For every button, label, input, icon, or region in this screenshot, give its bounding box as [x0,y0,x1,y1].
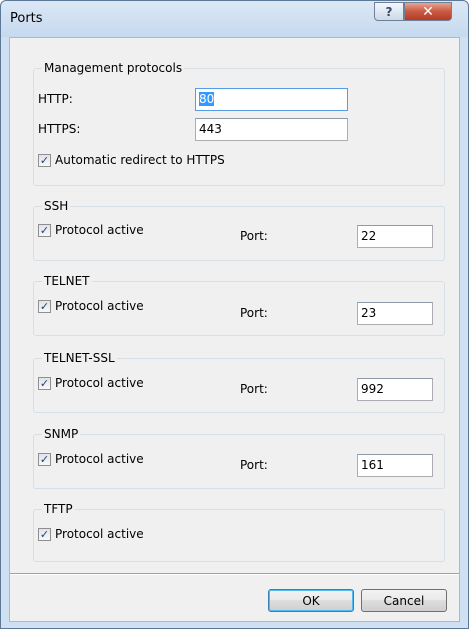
telnet-ssl-active-checkbox[interactable]: ✓ Protocol active [38,376,144,390]
snmp-active-checkbox[interactable]: ✓ Protocol active [38,452,144,466]
tftp-active-label: Protocol active [55,527,144,541]
telnet-active-label: Protocol active [55,299,144,313]
snmp-port-label: Port: [240,458,268,472]
ports-dialog: Ports ? ✕ Management protocols HTTP: 80 … [0,0,469,629]
button-separator [10,573,459,575]
telnet-group: TELNET ✓ Protocol active Port: 23 [33,274,445,336]
ssh-active-checkbox[interactable]: ✓ Protocol active [38,223,144,237]
checkbox-checked-icon: ✓ [38,153,51,167]
https-label: HTTPS: [38,122,81,136]
cancel-button[interactable]: Cancel [361,589,447,612]
close-button[interactable]: ✕ [404,2,452,21]
ssh-group: SSH ✓ Protocol active Port: 22 [33,199,445,261]
dialog-body: Management protocols HTTP: 80 HTTPS: 443… [9,37,460,622]
tftp-legend: TFTP [42,502,75,516]
ssh-active-label: Protocol active [55,223,144,237]
checkbox-checked-icon: ✓ [38,223,51,237]
checkbox-checked-icon: ✓ [38,299,51,313]
telnet-ssl-group: TELNET-SSL ✓ Protocol active Port: 992 [33,351,445,413]
checkbox-checked-icon: ✓ [38,452,51,466]
telnet-port-label: Port: [240,306,268,320]
management-protocols-group: Management protocols HTTP: 80 HTTPS: 443… [33,61,445,186]
telnet-ssl-legend: TELNET-SSL [42,351,117,365]
window-title: Ports [10,11,43,26]
title-bar[interactable]: Ports ? ✕ [1,1,468,37]
telnet-port-input[interactable]: 23 [357,302,433,325]
https-port-input[interactable]: 443 [195,118,348,141]
redirect-https-checkbox[interactable]: ✓ Automatic redirect to HTTPS [38,153,225,167]
management-protocols-legend: Management protocols [42,61,185,75]
tftp-active-checkbox[interactable]: ✓ Protocol active [38,527,144,541]
telnet-active-checkbox[interactable]: ✓ Protocol active [38,299,144,313]
snmp-group: SNMP ✓ Protocol active Port: 161 [33,427,445,489]
telnet-legend: TELNET [42,274,92,288]
telnet-ssl-active-label: Protocol active [55,376,144,390]
ssh-legend: SSH [42,199,71,213]
help-button[interactable]: ? [374,2,404,21]
checkbox-checked-icon: ✓ [38,376,51,390]
checkbox-checked-icon: ✓ [38,527,51,541]
close-icon: ✕ [422,3,434,20]
http-port-input[interactable]: 80 [195,88,348,111]
ok-button[interactable]: OK [268,589,354,612]
help-icon: ? [385,4,393,19]
ssh-port-input[interactable]: 22 [357,225,433,248]
telnet-ssl-port-input[interactable]: 992 [357,378,433,401]
http-label: HTTP: [38,92,73,106]
snmp-legend: SNMP [42,427,81,441]
ssh-port-label: Port: [240,229,268,243]
snmp-active-label: Protocol active [55,452,144,466]
snmp-port-input[interactable]: 161 [357,454,433,477]
http-port-value: 80 [199,92,215,106]
telnet-ssl-port-label: Port: [240,382,268,396]
redirect-https-label: Automatic redirect to HTTPS [55,153,225,167]
tftp-group: TFTP ✓ Protocol active [33,502,445,562]
